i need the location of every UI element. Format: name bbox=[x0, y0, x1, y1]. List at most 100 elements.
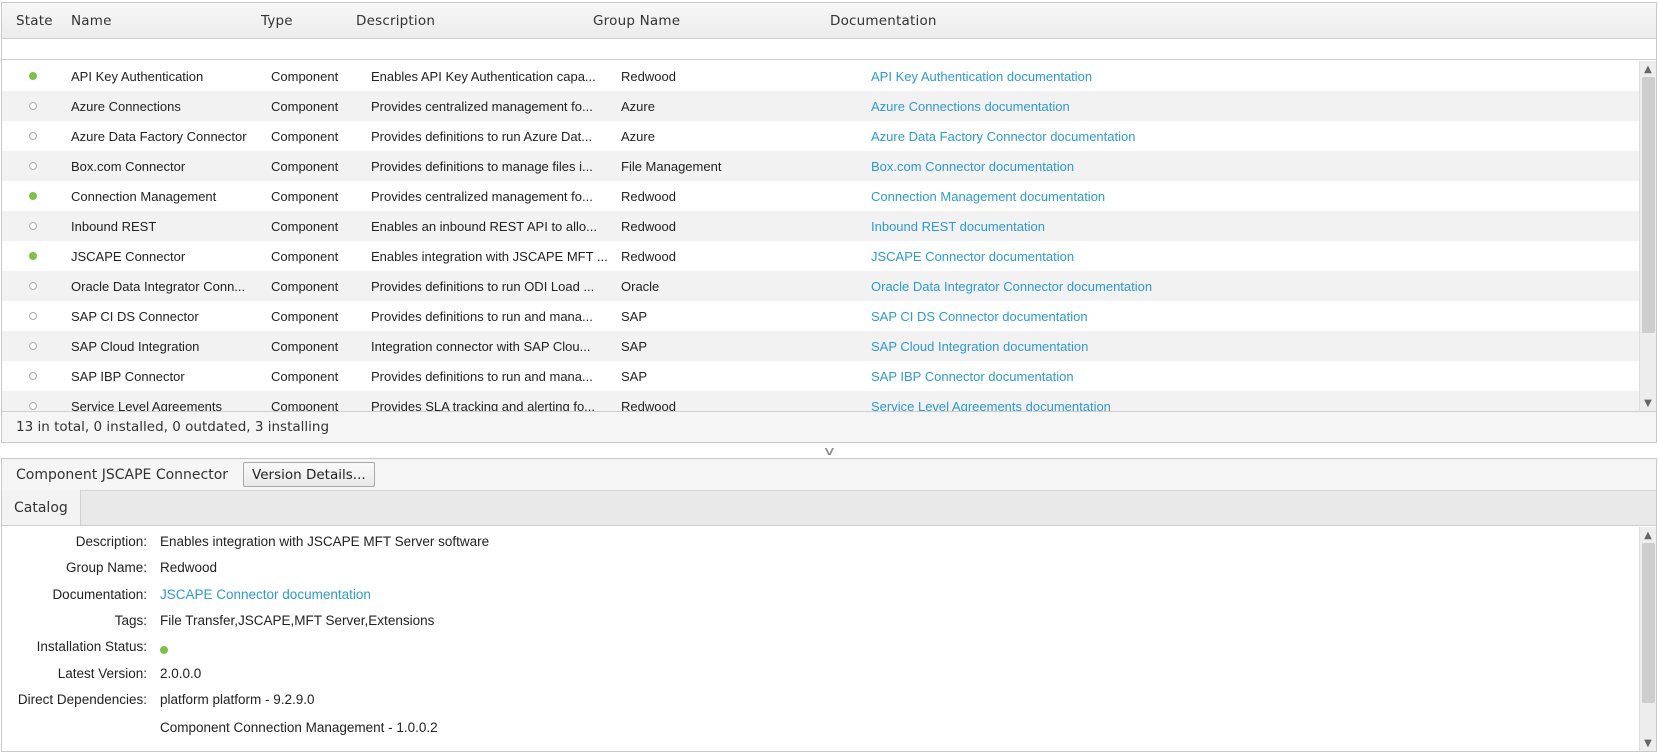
panel-splitter[interactable]: ∨ bbox=[0, 444, 1658, 458]
cell-name: SAP Cloud Integration bbox=[71, 338, 200, 354]
property-label: Tags: bbox=[114, 612, 147, 628]
scroll-up-arrow-icon[interactable]: ▲ bbox=[1640, 527, 1656, 543]
documentation-link[interactable]: SAP CI DS Connector documentation bbox=[863, 309, 1563, 324]
documentation-link[interactable]: Connection Management documentation bbox=[863, 189, 1563, 204]
property-label: Documentation: bbox=[52, 586, 147, 602]
chevron-down-icon[interactable]: ∨ bbox=[822, 444, 836, 458]
grid-scrollbar[interactable]: ▲ ▼ bbox=[1639, 61, 1656, 411]
cell-type: Component bbox=[271, 278, 339, 294]
grid-summary: 13 in total, 0 installed, 0 outdated, 3 … bbox=[2, 411, 1656, 442]
detail-panel: Component JSCAPE Connector Version Detai… bbox=[1, 458, 1657, 752]
cell-description: Provides definitions to run Azure Dat... bbox=[371, 128, 593, 144]
cell-group-name: Redwood bbox=[621, 398, 676, 412]
cell-type: Component bbox=[271, 368, 339, 384]
documentation-link[interactable]: Azure Data Factory Connector documentati… bbox=[863, 129, 1563, 144]
state-indicator bbox=[2, 132, 63, 140]
cell-name: Inbound REST bbox=[71, 218, 157, 234]
cell-description: Provides SLA tracking and alerting fo... bbox=[371, 398, 596, 412]
column-header-name[interactable]: Name bbox=[57, 13, 247, 29]
table-row[interactable]: Box.com Connector Component Provides defin… bbox=[2, 151, 1656, 181]
cell-group-name: File Management bbox=[621, 158, 722, 174]
cell-name: Azure Data Factory Connector bbox=[71, 128, 247, 144]
cell-description: Enables integration with JSCAPE MFT ... bbox=[371, 248, 608, 264]
table-row[interactable]: JSCAPE Connector Component Enables integra… bbox=[2, 241, 1656, 271]
state-dot-icon bbox=[28, 282, 37, 290]
cell-type: Component bbox=[271, 338, 339, 354]
state-indicator bbox=[2, 372, 63, 380]
property-label: Latest Version: bbox=[57, 665, 147, 681]
table-row[interactable]: SAP IBP Connector Component Provides defin… bbox=[2, 361, 1656, 391]
cell-description: Enables API Key Authentication capa... bbox=[371, 68, 596, 84]
cell-description: Provides definitions to manage files i..… bbox=[371, 158, 593, 174]
state-dot-icon bbox=[28, 192, 37, 200]
documentation-link[interactable]: Oracle Data Integrator Connector documen… bbox=[863, 279, 1563, 294]
cell-name: API Key Authentication bbox=[71, 68, 204, 84]
property-dependency-continued: Component Connection Management - 1.0.0.… bbox=[2, 717, 1602, 737]
cell-name: Azure Connections bbox=[71, 98, 181, 114]
documentation-link[interactable]: Inbound REST documentation bbox=[863, 219, 1563, 234]
state-dot-icon bbox=[28, 312, 37, 320]
column-header-documentation[interactable]: Documentation bbox=[816, 13, 1216, 29]
state-dot-icon bbox=[28, 102, 37, 110]
scrollbar-thumb[interactable] bbox=[1642, 543, 1655, 703]
documentation-link[interactable]: API Key Authentication documentation bbox=[863, 69, 1563, 84]
property-documentation: Documentation: JSCAPE Connector document… bbox=[2, 584, 1602, 604]
documentation-link[interactable]: SAP Cloud Integration documentation bbox=[863, 339, 1563, 354]
state-indicator bbox=[2, 192, 63, 200]
version-details-button[interactable]: Version Details... bbox=[243, 462, 375, 487]
state-dot-icon bbox=[28, 342, 37, 350]
table-row[interactable]: Azure Connections Component Provides centr… bbox=[2, 91, 1656, 121]
scroll-down-arrow-icon[interactable]: ▼ bbox=[1640, 395, 1656, 411]
tab-catalog[interactable]: Catalog bbox=[2, 490, 81, 525]
catalog-properties: Description: Enables integration with JS… bbox=[2, 527, 1638, 751]
scroll-up-arrow-icon[interactable]: ▲ bbox=[1640, 61, 1656, 77]
property-tags: Tags: File Transfer,JSCAPE,MFT Server,Ex… bbox=[2, 610, 1602, 630]
scrollbar-thumb[interactable] bbox=[1642, 77, 1655, 333]
table-row[interactable]: SAP Cloud Integration Component Integratio… bbox=[2, 331, 1656, 361]
cell-group-name: Redwood bbox=[621, 68, 676, 84]
documentation-link[interactable]: SAP IBP Connector documentation bbox=[863, 369, 1563, 384]
table-row[interactable]: API Key Authentication Component Enables A… bbox=[2, 61, 1656, 91]
table-row[interactable]: Inbound REST Component Enables an inbound … bbox=[2, 211, 1656, 241]
cell-group-name: Redwood bbox=[621, 188, 676, 204]
table-row[interactable]: Connection Management Component Provides c… bbox=[2, 181, 1656, 211]
documentation-link[interactable]: JSCAPE Connector documentation bbox=[160, 587, 371, 602]
filter-row[interactable] bbox=[2, 39, 1656, 60]
state-dot-icon bbox=[28, 162, 37, 170]
cell-type: Component bbox=[271, 188, 339, 204]
cell-type: Component bbox=[271, 398, 339, 412]
detail-scrollbar[interactable]: ▲ ▼ bbox=[1639, 527, 1656, 751]
column-header-group-name[interactable]: Group Name bbox=[579, 13, 816, 29]
documentation-link[interactable]: JSCAPE Connector documentation bbox=[863, 249, 1563, 264]
property-installation-status: Installation Status: bbox=[2, 636, 1602, 656]
column-header-state[interactable]: State bbox=[2, 13, 57, 29]
cell-description: Enables an inbound REST API to allo... bbox=[371, 218, 597, 234]
cell-type: Component bbox=[271, 218, 339, 234]
detail-header: Component JSCAPE Connector Version Detai… bbox=[2, 459, 1656, 491]
documentation-link[interactable]: Azure Connections documentation bbox=[863, 99, 1563, 114]
state-indicator bbox=[2, 102, 63, 110]
documentation-link[interactable]: Service Level Agreements documentation bbox=[863, 399, 1563, 412]
column-header-type[interactable]: Type bbox=[247, 13, 342, 29]
table-row[interactable]: Oracle Data Integrator Conn... Component P… bbox=[2, 271, 1656, 301]
property-value: Redwood bbox=[160, 559, 218, 575]
property-label: Installation Status: bbox=[36, 638, 147, 654]
scroll-down-arrow-icon[interactable]: ▼ bbox=[1640, 735, 1656, 751]
cell-description: Provides centralized management fo... bbox=[371, 188, 593, 204]
table-row[interactable]: SAP CI DS Connector Component Provides def… bbox=[2, 301, 1656, 331]
table-row[interactable]: Service Level Agreements Component Provide… bbox=[2, 391, 1656, 411]
cell-group-name: Redwood bbox=[621, 248, 676, 264]
dependency-item: platform platform - 9.2.9.0 bbox=[160, 691, 315, 707]
installation-status-icon bbox=[160, 642, 168, 657]
property-group-name: Group Name: Redwood bbox=[2, 557, 1602, 577]
grid-header: State Name Type Description Group Name D… bbox=[2, 3, 1656, 39]
column-header-description[interactable]: Description bbox=[342, 13, 579, 29]
state-indicator bbox=[2, 72, 63, 80]
detail-tab-strip: Catalog bbox=[2, 490, 1656, 526]
property-value: Enables integration with JSCAPE MFT Serv… bbox=[160, 533, 490, 549]
documentation-link[interactable]: Box.com Connector documentation bbox=[863, 159, 1563, 174]
cell-group-name: Azure bbox=[621, 128, 655, 144]
table-row[interactable]: Azure Data Factory Connector Component Pro… bbox=[2, 121, 1656, 151]
cell-group-name: SAP bbox=[621, 338, 648, 354]
cell-group-name: SAP bbox=[621, 368, 648, 384]
